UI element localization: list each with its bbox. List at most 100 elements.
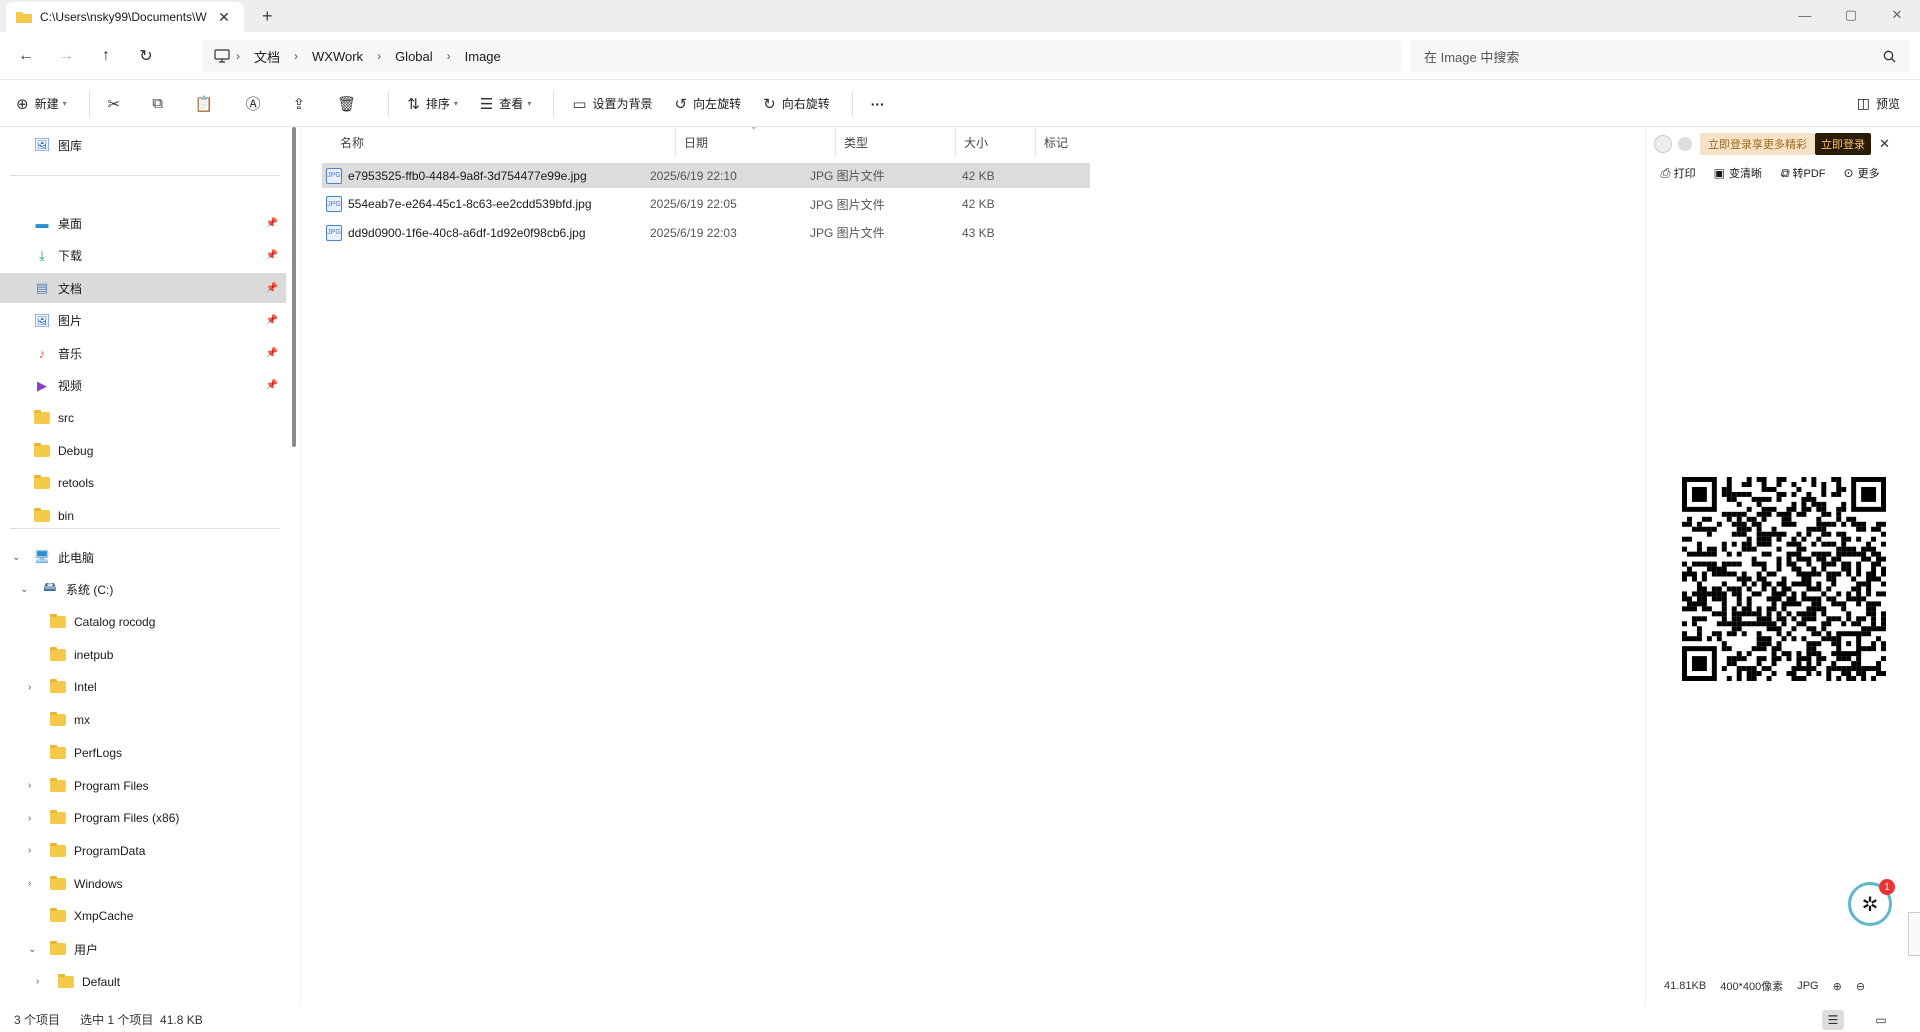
sidebar-folder-11[interactable]: ⌄ 用户 <box>0 934 286 964</box>
sidebar-folder-9[interactable]: › Windows <box>0 869 286 899</box>
breadcrumb-global[interactable]: Global <box>395 49 433 64</box>
breadcrumb-image[interactable]: Image <box>465 49 501 64</box>
sidebar-folder-7[interactable]: › Program Files (x86) <box>0 803 286 833</box>
chevron-down-icon[interactable]: ⌄ <box>28 944 36 955</box>
sidebar-item-8[interactable]: Debug <box>0 436 286 466</box>
sidebar-item-1[interactable]: ▬ 桌面 📌 <box>0 208 286 238</box>
paste-button[interactable]: 📋 <box>195 95 220 113</box>
sidebar-user-folder-1[interactable]: › Default <box>0 967 286 997</box>
rotate-right-label: 向右旋转 <box>781 97 830 111</box>
close-icon[interactable]: ✕ <box>1879 136 1890 152</box>
zoom-out-icon[interactable]: ⊖ <box>1856 980 1865 993</box>
sidebar-item-3[interactable]: ▤ 文档 📌 <box>0 273 286 303</box>
sidebar-item-this-pc[interactable]: ⌄ 🖥 此电脑 <box>0 542 286 572</box>
tiles-view-icon[interactable]: ▭ <box>1870 1010 1892 1030</box>
sidebar-folder-2[interactable]: inetpub <box>0 640 286 670</box>
pin-icon[interactable]: 📌 <box>266 283 278 294</box>
column-header-date[interactable]: 日期 ⌄ <box>676 121 836 157</box>
file-row[interactable]: JPG e7953525-ffb0-4484-9a8f-3d754477e99e.… <box>322 163 1090 188</box>
column-header-name[interactable]: 名称 <box>332 127 676 157</box>
rename-button[interactable]: Ⓐ <box>246 93 267 114</box>
sidebar-folder-1[interactable]: Catalog rocodg <box>0 607 286 637</box>
folder-shape <box>34 475 50 489</box>
sort-button[interactable]: ⇅ 排序 ▾ <box>407 95 458 113</box>
tab-close-icon[interactable]: ✕ <box>214 9 234 26</box>
search-input[interactable]: 在 Image 中搜索 <box>1410 40 1910 72</box>
assistant-float-button[interactable]: ✲ 1 <box>1848 879 1895 926</box>
pin-icon[interactable]: 📌 <box>266 315 278 326</box>
sidebar-folder-8[interactable]: › ProgramData <box>0 836 286 866</box>
sidebar-item-10[interactable]: bin <box>0 501 286 531</box>
sidebar-item-gallery[interactable]: 🖼 图库 <box>0 130 286 160</box>
column-header-type[interactable]: 类型 <box>836 127 956 157</box>
details-view-icon[interactable]: ☰ <box>1822 1010 1844 1030</box>
rotate-left-button[interactable]: ↺ 向左旋转 <box>675 95 742 113</box>
side-handle[interactable] <box>1908 912 1920 956</box>
pane-divider[interactable] <box>300 127 301 1007</box>
chevron-right-icon[interactable]: › <box>28 845 31 856</box>
sidebar-item-5[interactable]: ♪ 音乐 📌 <box>0 338 286 368</box>
address-bar[interactable]: › 文档 › WXWork › Global › Image <box>202 40 1402 72</box>
login-button[interactable]: 立即登录 <box>1815 133 1871 155</box>
set-background-button[interactable]: ▭ 设置为背景 <box>572 95 652 113</box>
zoom-in-icon[interactable]: ⊕ <box>1833 980 1842 993</box>
file-row[interactable]: JPG dd9d0900-1f6e-40c8-a6df-1d92e0f98cb6.… <box>322 220 1090 245</box>
cut-button[interactable]: ✂ <box>108 95 127 113</box>
close-window-button[interactable]: ✕ <box>1874 0 1920 30</box>
column-header-tag[interactable]: 标记 <box>1036 127 1126 157</box>
chevron-down-icon: ⌄ <box>12 551 21 563</box>
settings-icon[interactable] <box>1678 137 1692 151</box>
file-date: 2025/6/19 22:03 <box>650 225 737 240</box>
pin-icon[interactable]: 📌 <box>266 348 278 359</box>
sidebar-folder-6[interactable]: › Program Files <box>0 771 286 801</box>
avatar[interactable] <box>1654 135 1672 153</box>
preview-pane-button[interactable]: ◫ 预览 <box>1857 95 1900 112</box>
sidebar-folder-10[interactable]: XmpCache <box>0 901 286 931</box>
new-tab-button[interactable]: + <box>262 6 273 27</box>
more-button[interactable]: ⊙ 更多 <box>1844 165 1880 181</box>
sidebar-item-7[interactable]: src <box>0 403 286 433</box>
to-pdf-button[interactable]: ⧉ 转PDF <box>1780 165 1826 181</box>
more-options-button[interactable]: ··· <box>871 96 885 112</box>
up-button[interactable]: ↑ <box>86 40 126 72</box>
sidebar-item-drive-c[interactable]: ⌄ 🖴 系统 (C:) <box>0 574 286 604</box>
preview-toolbar: ⎙ 打印 ▣ 变清晰 ⧉ 转PDF ⊙ 更多 <box>1660 165 1898 181</box>
breadcrumb-documents[interactable]: 文档 <box>254 47 280 66</box>
sidebar-item-6[interactable]: ▶ 视频 📌 <box>0 371 286 401</box>
refresh-button[interactable]: ↻ <box>126 40 166 72</box>
sidebar-folder-4[interactable]: mx <box>0 705 286 735</box>
pin-icon[interactable]: 📌 <box>266 218 278 229</box>
maximize-button[interactable]: ▢ <box>1828 0 1874 30</box>
delete-button[interactable]: 🗑 <box>337 95 362 113</box>
forward-button[interactable]: → <box>46 40 86 72</box>
share-button[interactable]: ⇪ <box>293 95 312 113</box>
explorer-tab[interactable]: C:\Users\nsky99\Documents\W ✕ <box>6 2 244 32</box>
promo-text[interactable]: 立即登录享更多精彩 <box>1700 133 1815 155</box>
sidebar-item-label: inetpub <box>74 647 114 662</box>
rotate-right-button[interactable]: ↻ 向右旋转 <box>763 95 830 113</box>
chevron-right-icon[interactable]: › <box>28 682 31 693</box>
chevron-right-icon[interactable]: › <box>28 878 31 889</box>
file-row[interactable]: JPG 554eab7e-e264-45c1-8c63-ee2cdd539bfd.… <box>322 192 1090 217</box>
view-button[interactable]: ☰ 查看 ▾ <box>480 95 531 113</box>
sidebar-folder-5[interactable]: PerfLogs <box>0 738 286 768</box>
sidebar-item-2[interactable]: ⤓ 下载 📌 <box>0 241 286 271</box>
chevron-right-icon[interactable]: › <box>36 976 39 987</box>
divider <box>10 528 280 529</box>
pin-icon[interactable]: 📌 <box>266 250 278 261</box>
clarify-button[interactable]: ▣ 变清晰 <box>1714 165 1762 181</box>
pin-icon[interactable]: 📌 <box>266 380 278 391</box>
chevron-right-icon[interactable]: › <box>28 813 31 824</box>
sidebar-item-9[interactable]: retools <box>0 468 286 498</box>
column-header-size[interactable]: 大小 <box>956 127 1036 157</box>
sidebar-item-4[interactable]: 🖼 图片 📌 <box>0 306 286 336</box>
sidebar-folder-3[interactable]: › Intel <box>0 672 286 702</box>
minimize-button[interactable]: — <box>1782 0 1828 30</box>
breadcrumb-wxwork[interactable]: WXWork <box>312 49 363 64</box>
new-button[interactable]: ⊕ 新建 ▾ <box>16 95 67 113</box>
print-button[interactable]: ⎙ 打印 <box>1660 165 1696 181</box>
back-button[interactable]: ← <box>6 40 46 72</box>
copy-button[interactable]: ⧉ <box>152 95 169 112</box>
chevron-right-icon[interactable]: › <box>28 780 31 791</box>
sidebar-scrollbar[interactable] <box>292 127 296 447</box>
